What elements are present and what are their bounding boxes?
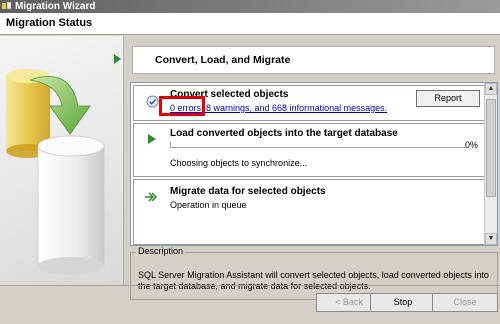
task-status-load: Choosing objects to synchronize...: [170, 158, 308, 168]
step-title: Convert, Load, and Migrate: [155, 54, 291, 66]
load-progress-bar: [170, 142, 466, 148]
status-header-label: Migration Status: [6, 17, 93, 29]
database-cylinders-icon: [6, 69, 105, 275]
window-title: Migration Wizard: [15, 1, 96, 12]
app-icon: [2, 1, 12, 10]
description-label: Description: [136, 246, 186, 256]
scroll-thumb[interactable]: [486, 99, 496, 197]
task-item-migrate: Migrate data for selected objects Operat…: [133, 179, 485, 245]
step-header: Convert, Load, and Migrate: [114, 36, 500, 76]
load-progress-percent: 0%: [464, 140, 478, 150]
migration-status-header: Migration Status: [0, 13, 500, 35]
step-title-box: Convert, Load, and Migrate: [132, 46, 495, 74]
stop-button[interactable]: Stop: [370, 293, 436, 312]
double-arrow-icon: [145, 192, 158, 202]
task-title-load: Load converted objects into the target d…: [170, 128, 398, 139]
description-group: Description SQL Server Migration Assista…: [130, 246, 498, 300]
task-item-load: Load converted objects into the target d…: [133, 123, 485, 177]
close-button[interactable]: Close: [432, 293, 498, 312]
wizard-footer: < Back Stop Close: [0, 285, 500, 324]
wizard-hero-image: [0, 36, 124, 285]
task-status-migrate: Operation in queue: [170, 200, 247, 210]
highlight-box: [159, 96, 205, 116]
tasks-scrollbar[interactable]: ▲ ▼: [484, 83, 497, 245]
check-circle-icon: [146, 95, 159, 108]
play-icon: [114, 54, 121, 64]
play-icon: [148, 134, 156, 144]
scroll-down-icon[interactable]: ▼: [485, 233, 497, 245]
scroll-up-icon[interactable]: ▲: [485, 83, 497, 95]
report-button[interactable]: Report: [416, 90, 480, 107]
main-content: Convert, Load, and Migrate Convert selec…: [114, 36, 500, 300]
task-title-migrate: Migrate data for selected objects: [170, 186, 326, 197]
title-bar: Migration Wizard: [0, 0, 500, 13]
